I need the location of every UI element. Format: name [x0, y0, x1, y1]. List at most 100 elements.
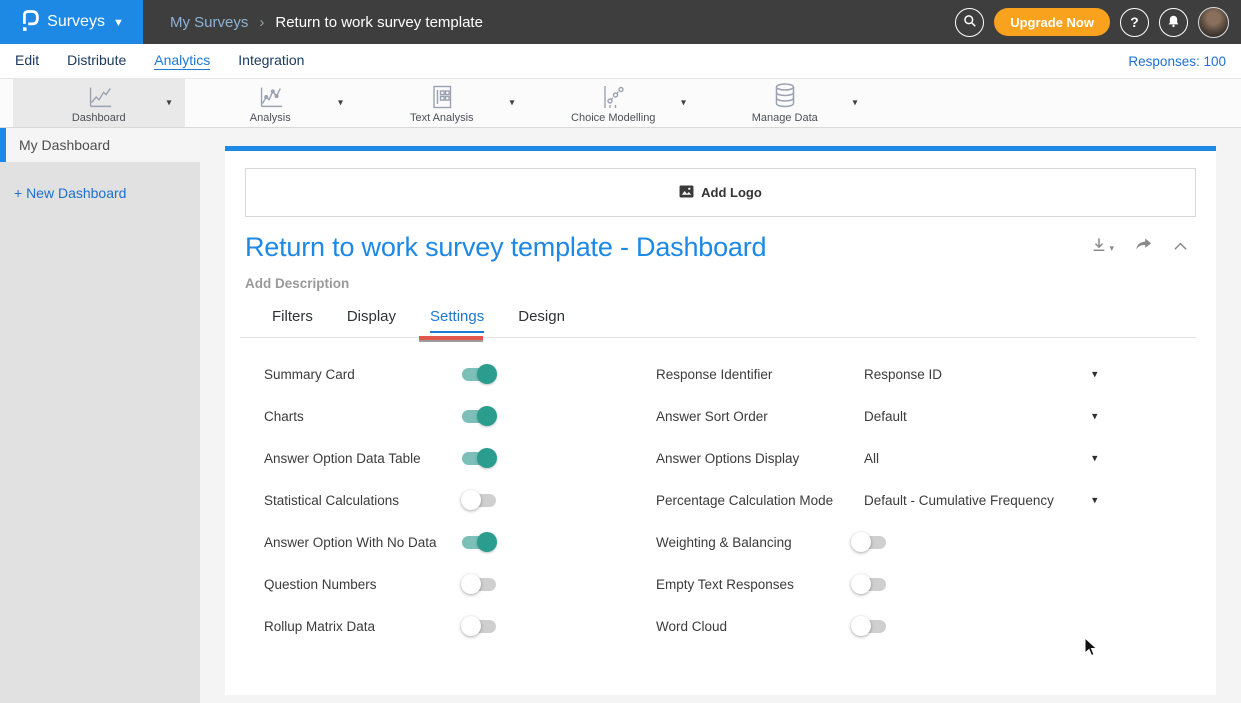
nav-item-analytics[interactable]: Analytics — [154, 52, 210, 70]
download-button[interactable]: ▾ — [1091, 236, 1114, 258]
chevron-down-icon[interactable]: ▾ — [338, 98, 343, 109]
help-button[interactable]: ? — [1120, 8, 1149, 37]
download-icon — [1091, 236, 1107, 258]
responses-count[interactable]: Responses: 100 — [1128, 54, 1226, 69]
setting-label: Response Identifier — [656, 367, 864, 382]
search-icon — [963, 14, 977, 31]
tab-settings[interactable]: Settings — [430, 308, 484, 333]
percentage-calculation-mode-value[interactable]: Default - Cumulative Frequency — [864, 493, 1054, 508]
upgrade-now-button[interactable]: Upgrade Now — [994, 8, 1110, 36]
tab-filters[interactable]: Filters — [272, 308, 313, 333]
setting-label: Answer Option Data Table — [264, 451, 421, 466]
setting-row: Empty Text Responses — [656, 563, 1176, 605]
search-button[interactable] — [955, 8, 984, 37]
annotation-highlight-settings — [419, 336, 483, 342]
word-cloud-toggle[interactable] — [852, 620, 886, 633]
toolbar-item-label: Analysis — [250, 112, 291, 124]
toolbar-item-text-analysis[interactable]: Text Analysis ▾ — [356, 79, 528, 127]
toolbar-items: Dashboard▾Analysis▾Text Analysis▾Choice … — [13, 79, 871, 127]
chevron-down-icon[interactable]: ▾ — [166, 98, 171, 109]
image-icon — [679, 185, 694, 201]
toolbar-item-label: Dashboard — [72, 112, 126, 124]
product-name: Surveys — [47, 13, 105, 31]
add-description-placeholder[interactable]: Add Description — [245, 276, 349, 291]
chevron-down-icon[interactable]: ▾ — [509, 98, 514, 109]
nav-item-edit[interactable]: Edit — [15, 52, 39, 70]
collapse-button[interactable] — [1173, 238, 1188, 256]
top-bar: Surveys ▼ My Surveys › Return to work su… — [0, 0, 1241, 44]
breadcrumb-my-surveys[interactable]: My Surveys — [170, 14, 248, 31]
answer-option-data-table-toggle[interactable] — [462, 452, 496, 465]
tabs-divider — [240, 337, 1196, 338]
empty-text-responses-toggle[interactable] — [852, 578, 886, 591]
setting-row: Word Cloud — [656, 605, 1176, 647]
product-switcher[interactable]: Surveys ▼ — [0, 0, 143, 44]
breadcrumb-separator: › — [259, 14, 264, 31]
toolbar-item-label: Text Analysis — [410, 112, 474, 124]
analysis-chart-icon — [255, 83, 285, 110]
weighting-balancing-toggle[interactable] — [852, 536, 886, 549]
toolbar-item-choice-modelling[interactable]: Choice Modelling ▾ — [528, 79, 700, 127]
setting-label: Weighting & Balancing — [656, 535, 864, 550]
tab-design[interactable]: Design — [518, 308, 565, 333]
question-numbers-toggle[interactable] — [462, 578, 496, 591]
chevron-down-icon[interactable]: ▾ — [681, 98, 686, 109]
response-identifier-value[interactable]: Response ID — [864, 367, 942, 382]
setting-row: Charts — [264, 395, 594, 437]
new-dashboard-link[interactable]: + New Dashboard — [14, 185, 200, 201]
summary-card-toggle[interactable] — [462, 368, 496, 381]
toggle-knob — [461, 490, 481, 510]
setting-row: Percentage Calculation ModeDefault - Cum… — [656, 479, 1176, 521]
survey-nav: Edit Distribute Analytics Integration Respo… — [0, 44, 1241, 78]
notifications-button[interactable] — [1159, 8, 1188, 37]
avatar[interactable] — [1198, 7, 1229, 38]
breadcrumb-current: Return to work survey template — [275, 14, 483, 31]
answer-option-with-no-data-toggle[interactable] — [462, 536, 496, 549]
settings-tabs: Filters Display Settings Design — [272, 308, 565, 333]
toolbar-item-label: Choice Modelling — [571, 112, 655, 124]
setting-label: Charts — [264, 409, 304, 424]
nav-item-integration[interactable]: Integration — [238, 52, 304, 70]
toolbar-item-analysis[interactable]: Analysis ▾ — [185, 79, 357, 127]
setting-label: Rollup Matrix Data — [264, 619, 375, 634]
chevron-down-icon[interactable]: ▾ — [1092, 494, 1098, 507]
chevron-down-icon: ▾ — [1109, 243, 1114, 254]
nav-item-distribute[interactable]: Distribute — [67, 52, 126, 70]
app-window: Surveys ▼ My Surveys › Return to work su… — [0, 0, 1241, 703]
chevron-down-icon[interactable]: ▾ — [852, 98, 857, 109]
page-title[interactable]: Return to work survey template - Dashboa… — [245, 232, 766, 263]
toggle-knob — [477, 406, 497, 426]
setting-label: Empty Text Responses — [656, 577, 864, 592]
setting-row: Response IdentifierResponse ID ▾ — [656, 353, 1176, 395]
analytics-toolbar: Dashboard▾Analysis▾Text Analysis▾Choice … — [0, 78, 1241, 128]
share-button[interactable] — [1135, 237, 1152, 257]
setting-row: Answer Option With No Data — [264, 521, 594, 563]
toolbar-item-label: Manage Data — [752, 112, 818, 124]
setting-label: Percentage Calculation Mode — [656, 493, 864, 508]
answer-options-display-value[interactable]: All — [864, 451, 879, 466]
chevron-down-icon[interactable]: ▾ — [1092, 452, 1098, 465]
tab-display[interactable]: Display — [347, 308, 396, 333]
chevron-down-icon[interactable]: ▾ — [1092, 368, 1098, 381]
setting-row: Answer Sort OrderDefault▾ — [656, 395, 1176, 437]
statistical-calculations-toggle[interactable] — [462, 494, 496, 507]
sidebar-items: My Dashboard — [0, 128, 200, 162]
topbar-actions: Upgrade Now ? — [955, 0, 1229, 44]
toolbar-item-manage-data[interactable]: Manage Data ▾ — [699, 79, 871, 127]
setting-label: Summary Card — [264, 367, 355, 382]
toggle-knob — [461, 574, 481, 594]
add-logo-button[interactable]: Add Logo — [245, 168, 1196, 217]
share-forward-icon — [1135, 237, 1152, 257]
charts-toggle[interactable] — [462, 410, 496, 423]
toggle-knob — [851, 532, 871, 552]
answer-sort-order-value[interactable]: Default — [864, 409, 907, 424]
sidebar-item-my-dashboard[interactable]: My Dashboard — [0, 128, 200, 162]
chevron-down-icon[interactable]: ▾ — [1092, 410, 1098, 423]
setting-label: Statistical Calculations — [264, 493, 399, 508]
toolbar-item-dashboard[interactable]: Dashboard ▾ — [13, 79, 185, 127]
rollup-matrix-data-toggle[interactable] — [462, 620, 496, 633]
setting-label: Answer Options Display — [656, 451, 864, 466]
setting-row: Answer Option Data Table — [264, 437, 594, 479]
dashboard-sidebar: My Dashboard + New Dashboard — [0, 128, 200, 703]
choice-modelling-icon — [599, 83, 627, 110]
